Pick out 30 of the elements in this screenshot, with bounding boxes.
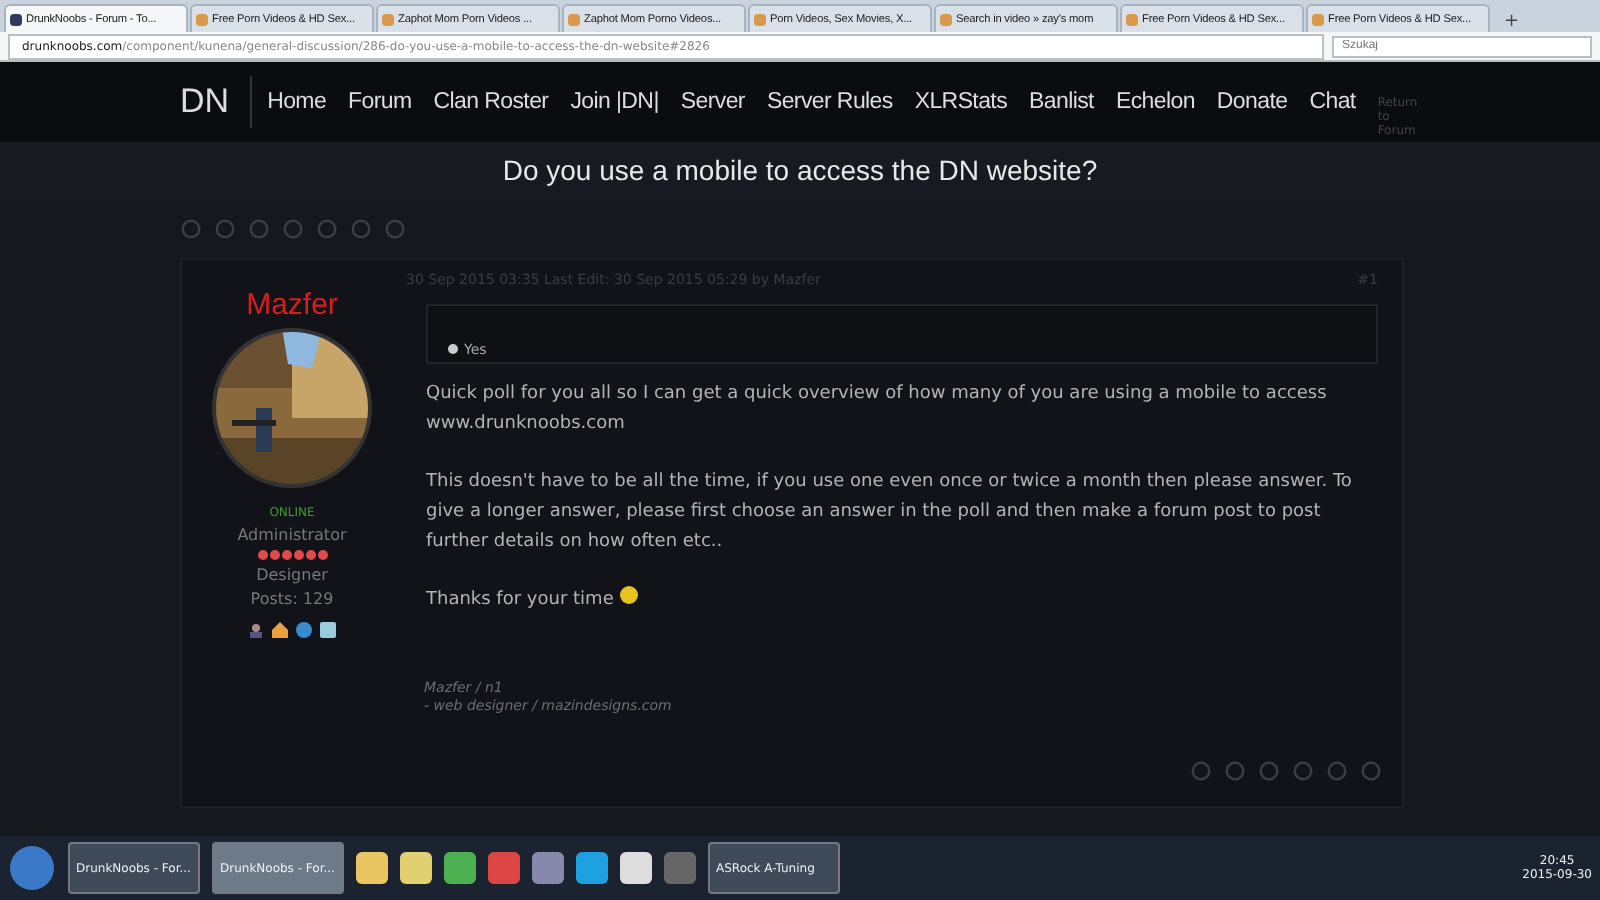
- app-icon[interactable]: [444, 852, 476, 884]
- post-text: Quick poll for you all so I can get a quick overview of how many of you are using a mobile to access www.drunknoobs.com: [426, 382, 1329, 438]
- nav-link[interactable]: Server Rules: [766, 90, 893, 114]
- nav-link[interactable]: Echelon: [1115, 90, 1195, 114]
- radio-icon[interactable]: [448, 344, 458, 354]
- post-count: Posts: 129: [250, 590, 334, 608]
- person-icon[interactable]: [248, 622, 264, 638]
- app-icon[interactable]: [400, 852, 432, 884]
- app-icon[interactable]: [356, 852, 388, 884]
- post-text: Thanks for your time: [426, 586, 1378, 616]
- nav-link[interactable]: Join |DN|: [570, 90, 659, 114]
- author-name[interactable]: Mazfer: [246, 288, 338, 322]
- nav-link[interactable]: Server: [680, 90, 745, 114]
- nav-link[interactable]: XLRStats: [914, 90, 1008, 114]
- user-role: Administrator: [237, 526, 347, 544]
- app-icon[interactable]: [532, 852, 564, 884]
- nav-link[interactable]: Home: [267, 90, 327, 114]
- nav-link[interactable]: Clan Roster: [433, 90, 549, 114]
- nav-link[interactable]: Banlist: [1029, 90, 1094, 114]
- nav-link[interactable]: Forum: [348, 90, 412, 114]
- start-icon[interactable]: [8, 844, 56, 892]
- rank-title: Designer: [256, 566, 328, 584]
- post-text: This doesn't have to be all the time, if you use one even once or twice a month then please answer. To give a longer answer, please first choose an answer in the poll and then make a forum post to post further details on how often etc..: [426, 470, 1354, 556]
- new-tab-button[interactable]: +: [1492, 12, 1532, 32]
- app-icon[interactable]: [620, 852, 652, 884]
- nav-link[interactable]: Donate: [1216, 90, 1288, 114]
- app-icon[interactable]: [576, 852, 608, 884]
- nav-link[interactable]: Chat: [1309, 90, 1356, 114]
- site-logo[interactable]: DN: [180, 76, 252, 128]
- rank-pips: [257, 550, 327, 560]
